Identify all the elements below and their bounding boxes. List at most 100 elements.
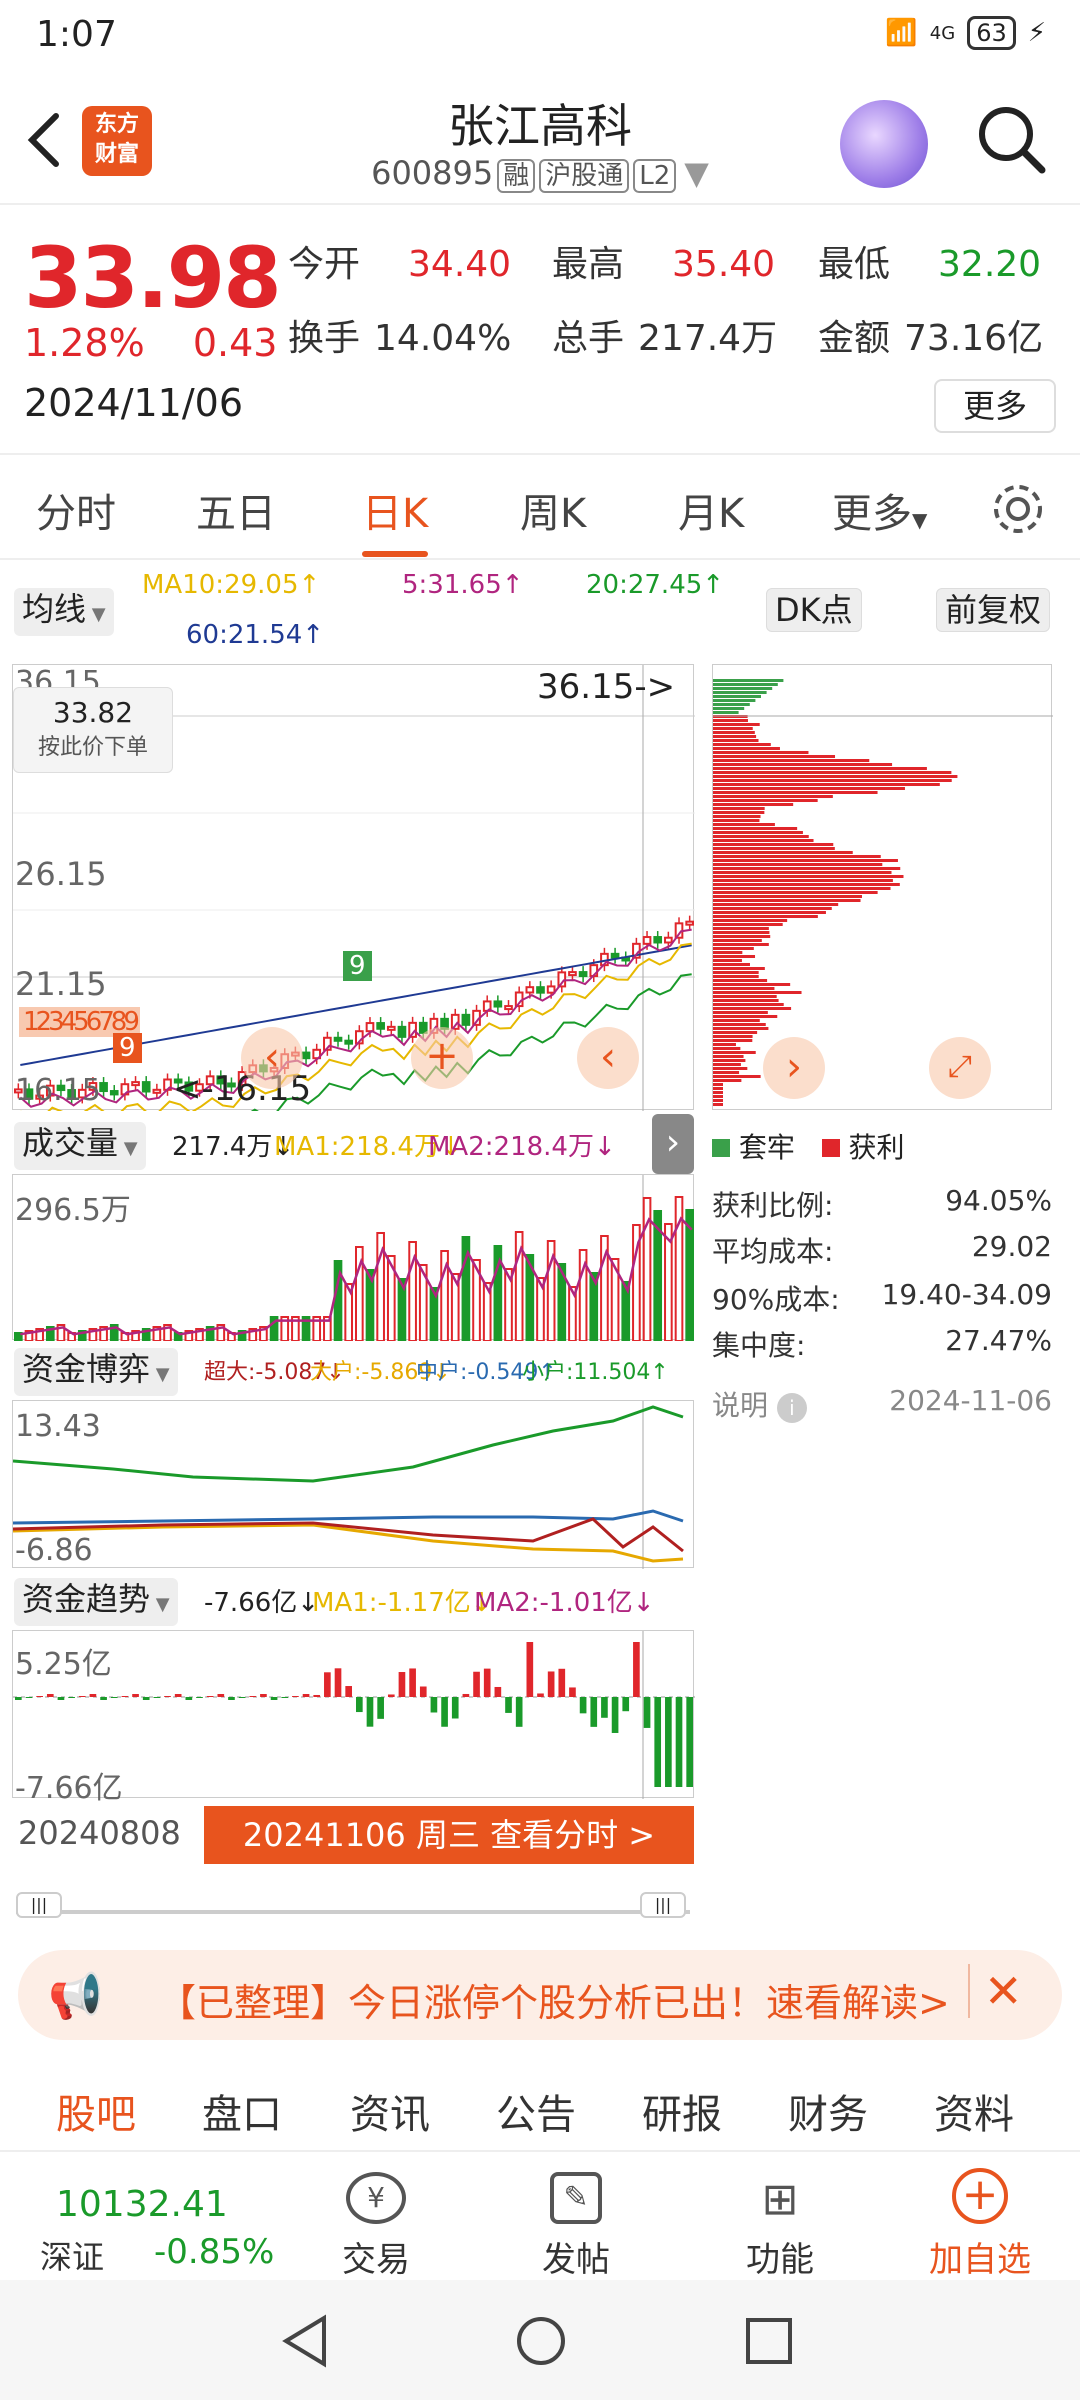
system-nav-bar [0,2280,1080,2400]
y-axis-bottom: 16.15 [15,1073,101,1108]
fund-trend-bar [26,1697,33,1698]
chip-bar [713,959,742,962]
volume-chart[interactable]: 296.5万 [12,1174,694,1340]
scroll-handle-right[interactable]: ||| [640,1892,686,1918]
price-tooltip[interactable]: 33.82 按此价下单 [13,687,173,773]
fund-trend-bar [79,1696,86,1697]
tab-profile[interactable]: 资料 [934,2082,1014,2140]
tab-forum[interactable]: 股吧 [56,2082,136,2140]
tab-monthly-k[interactable]: 月K [678,481,744,539]
y-axis-mid: 26.15 [15,855,107,893]
chip-bar [713,967,765,970]
tab-research[interactable]: 研报 [642,2082,722,2140]
chip-bar [713,991,802,994]
tab-five-day[interactable]: 五日 [196,481,276,539]
tab-more[interactable]: 更多▼ [832,481,927,539]
trade-button[interactable]: ¥ 交易 [296,2152,456,2282]
chip-bar [713,759,869,762]
dropdown-triangle-icon: ▼ [684,154,709,192]
chip-bar [713,919,787,922]
chip-distribution-chart[interactable]: › ⤢ [712,664,1052,1110]
chip-bar [713,1011,768,1014]
nav-home-icon[interactable] [514,2314,568,2368]
candle [612,954,619,958]
fund-trend-bar [228,1697,235,1700]
candle [580,972,587,976]
chip-bar [713,963,750,966]
collapse-panel-icon[interactable]: › [652,1114,694,1174]
quote-panel: 33.98 1.28% 0.43 2024/11/06 今开 34.40 最高 35… [0,205,1080,455]
fund-trend-bar [90,1694,97,1697]
chip-bar [713,1095,723,1098]
fund-trend-bar [612,1697,619,1733]
search-icon[interactable] [976,104,1046,174]
chip-bar [713,835,809,838]
chip-bar [713,795,833,798]
kline-chart[interactable]: 36.15 26.15 21.15 16.15 33.82 按此价下单 36.1… [12,664,694,1110]
chip-bar [713,695,761,698]
fund-game-selector[interactable]: 资金博弈 ▼ [14,1348,178,1396]
fund-trend-bar [452,1697,459,1719]
settings-gear-icon[interactable] [990,481,1046,537]
volume-indicator-selector[interactable]: 成交量 ▼ [14,1122,146,1170]
chip-bar [713,1075,761,1078]
add-watchlist-button[interactable]: + 加自选 [900,2152,1060,2282]
features-button[interactable]: ⊞ 功能 [700,2152,860,2282]
fund-trend-bar [420,1687,427,1697]
post-button[interactable]: ✎ 发帖 [496,2152,656,2282]
candle [143,1082,150,1091]
scroll-handle-left[interactable]: ||| [16,1892,62,1918]
dropdown-triangle-icon: ▼ [912,508,927,532]
tab-handicap[interactable]: 盘口 [202,2082,282,2140]
left-arrow-icon[interactable]: ‹ [577,1027,639,1089]
zoom-in-icon[interactable]: + [411,1027,473,1089]
fund-trend-bar [143,1697,150,1700]
tab-news[interactable]: 资讯 [350,2082,430,2140]
dk-point-selector[interactable]: DK点 [766,588,862,632]
tab-announcements[interactable]: 公告 [496,2082,576,2140]
chip-bar [713,823,775,826]
fund-trend-bar [388,1694,395,1697]
charging-icon: ⚡ [1028,18,1046,48]
fund-trend-bar [239,1697,246,1698]
more-quote-button[interactable]: 更多 [934,379,1056,433]
right-arrow-icon[interactable]: › [763,1037,825,1099]
chip-bar [713,859,898,862]
fund-trend-selector[interactable]: 资金趋势 ▼ [14,1578,178,1626]
fund-trend-bar [548,1671,555,1697]
close-icon[interactable]: ✕ [968,1964,1023,2018]
fund-trend-bar [58,1697,65,1700]
adjust-selector[interactable]: 前复权 [936,588,1050,632]
fund-game-chart[interactable]: 13.43 -6.86 [12,1400,694,1568]
network-type: 4G [930,23,955,44]
banner-text: 【已整理】今日涨停个股分析已出！速看解读> [158,1972,950,2027]
clock: 1:07 [36,14,117,55]
fund-trend-chart[interactable]: 5.25亿 -7.66亿 [12,1630,694,1798]
tab-financials[interactable]: 财务 [788,2082,868,2140]
nav-recents-icon[interactable] [744,2316,794,2366]
expand-icon[interactable]: ⤢ [929,1037,991,1099]
chip-bar [713,1027,768,1030]
news-banner[interactable]: 📢 【已整理】今日涨停个股分析已出！速看解读> ✕ [18,1950,1062,2040]
candle [569,972,576,975]
fund-trend-bar [249,1696,256,1697]
tab-daily-k[interactable]: 日K [362,481,428,539]
chip-bar [713,1023,766,1026]
candle [100,1083,107,1091]
timeline-scrollbar[interactable] [16,1894,690,1914]
tab-intraday[interactable]: 分时 [36,481,116,539]
index-value[interactable]: 10132.41 [56,2184,228,2225]
chip-bar [713,807,765,810]
fund-trend-bar [590,1697,597,1727]
nav-back-icon[interactable] [280,2314,330,2368]
ma-selector[interactable]: 均线 ▼ [14,588,114,636]
left-arrow-icon[interactable]: ‹ [241,1027,303,1089]
fund-trend-bar [654,1697,661,1787]
assistant-robot-icon[interactable] [840,100,928,188]
fund-trend-bar [527,1642,534,1697]
high-stat: 最高 35.40 [552,235,775,287]
chip-note[interactable]: 说明 i 2024-11-06 [712,1384,1052,1424]
candle [537,987,544,992]
view-intraday-button[interactable]: 20241106 周三 查看分时 > [204,1806,694,1864]
tab-weekly-k[interactable]: 周K [520,481,586,539]
